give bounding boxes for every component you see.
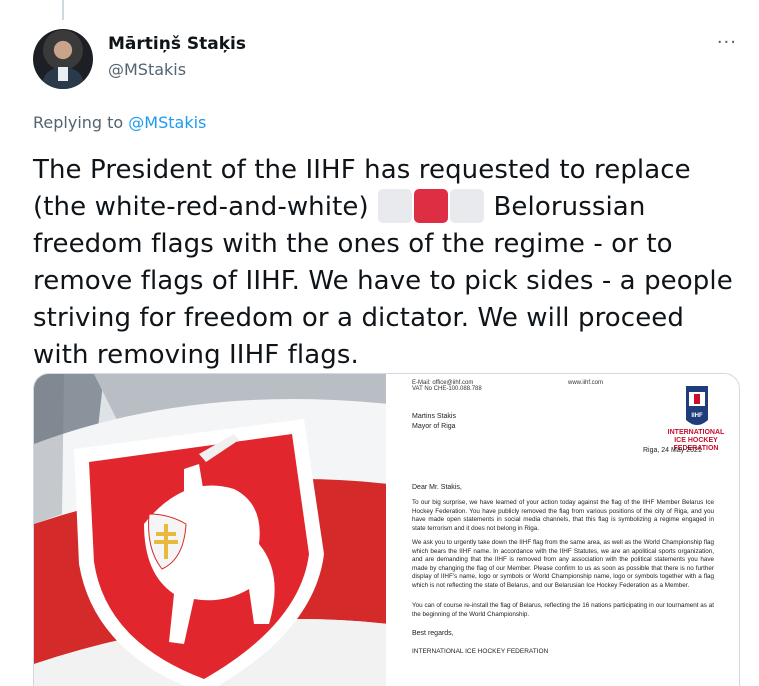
tweet-text: The President of the IIHF has requested … [33,152,745,374]
flag-photo[interactable] [34,374,388,686]
tweet-media[interactable]: E-Mail: office@iihf.com VAT No CHE-100.0… [33,373,740,686]
more-options-icon[interactable]: ··· [717,32,737,53]
white-square-emoji-icon [378,189,413,223]
letter-website: www.iihf.com [568,380,604,386]
iihf-letter-document[interactable]: E-Mail: office@iihf.com VAT No CHE-100.0… [388,374,739,686]
author-handle[interactable]: @MStakis [108,60,186,79]
avatar[interactable] [33,29,93,89]
letter-header-left: E-Mail: office@iihf.com VAT No CHE-100.0… [412,380,482,392]
letter-recipient: Martins Stakis Mayor of Riga [412,412,456,432]
logo-line-international: INTERNATIONAL [667,429,725,436]
letter-vat: VAT No CHE-100.088.788 [412,386,482,392]
logo-line-ice-hockey: ICE HOCKEY [674,437,718,444]
letter-paragraph-2: We ask you to urgently take down the IIH… [412,539,714,589]
replying-to-mention[interactable]: @MStakis [128,113,206,132]
recipient-title: Mayor of Riga [412,423,456,430]
author-display-name[interactable]: Mārtiņš Staķis [108,34,246,54]
letter-paragraph-3: You can of course re-install the flag of… [412,602,714,618]
letter-greeting: Dear Mr. Stakis, [412,484,462,491]
white-square-emoji-icon [450,189,485,223]
letter-closing: Best regards, [412,630,454,637]
letter-paragraph-1: To our big surprise, we have learned of … [412,499,714,532]
thread-connector-line [62,0,64,20]
avatar-collar [58,67,68,81]
belarus-flag-photo-image [34,374,386,686]
red-square-emoji-icon [414,189,449,223]
logo-iihf-text: IIHF [691,413,703,419]
letter-signature: INTERNATIONAL ICE HOCKEY FEDERATION [412,648,549,655]
replying-to: Replying to @MStakis [33,113,206,132]
letter-date: Riga, 24 May 2021 [643,447,702,454]
replying-to-label: Replying to [33,113,124,132]
recipient-name: Martins Stakis [412,413,456,420]
